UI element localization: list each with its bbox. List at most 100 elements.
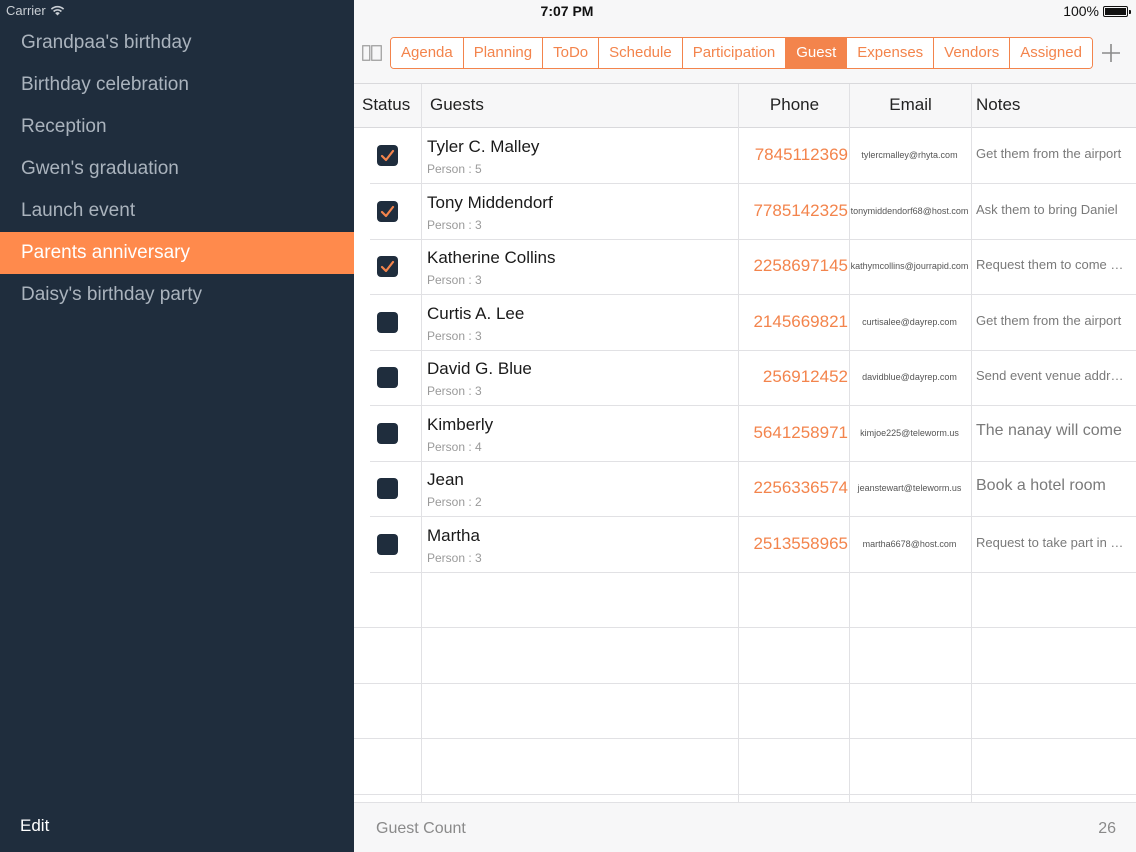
guest-name: Curtis A. Lee <box>427 303 525 323</box>
guest-persons: Person : 3 <box>427 273 482 287</box>
guest-notes: Book a hotel room <box>976 477 1106 494</box>
table-header: Status Guests Phone Email Notes <box>354 84 1136 128</box>
sidebar-event-item[interactable]: Reception <box>0 106 354 148</box>
table-row[interactable]: Tony Middendorf Person : 3 7785142325 tonym… <box>354 184 1136 240</box>
header-email: Email <box>889 95 932 114</box>
guest-notes: Request to take part in games <box>976 534 1130 550</box>
sidebar-event-item[interactable]: Launch event <box>0 190 354 232</box>
edit-button[interactable]: Edit <box>20 816 49 836</box>
guest-phone: 7785142325 <box>753 200 848 220</box>
table-row[interactable]: Katherine Collins Person : 3 2258697145 kat… <box>354 239 1136 295</box>
status-checkbox[interactable] <box>377 422 398 444</box>
event-sidebar: Carrier Grandpaa's birthday Birthday cele… <box>0 0 354 852</box>
battery-percent: 100% <box>1063 3 1099 19</box>
tab-todo[interactable]: ToDo <box>542 38 599 68</box>
table-row[interactable]: Kimberly Person : 4 5641258971 kimjoe225@te… <box>354 406 1136 462</box>
guest-notes: Get them from the airport <box>976 312 1122 328</box>
header-guests: Guests <box>430 95 484 114</box>
checkmark-icon <box>380 149 395 162</box>
sidebar-event-item[interactable]: Parents anniversary <box>0 232 354 274</box>
battery-icon <box>1103 5 1131 17</box>
sidebar-event-item[interactable]: Birthday celebration <box>0 64 354 106</box>
tab-participation[interactable]: Participation <box>681 38 786 68</box>
tab-vendors[interactable]: Vendors <box>933 38 1010 68</box>
tab-expenses[interactable]: Expenses <box>846 38 934 68</box>
guest-persons: Person : 2 <box>427 495 482 509</box>
section-tabs: Agenda Planning ToDo Schedule Participation G… <box>390 37 1093 69</box>
guest-persons: Person : 3 <box>427 384 482 398</box>
status-carrier: Carrier <box>6 3 65 18</box>
checkmark-icon <box>380 260 395 273</box>
header-status: Status <box>362 95 411 114</box>
guest-count-value: 26 <box>1098 820 1116 837</box>
empty-table-row <box>354 794 1136 802</box>
tab-planning[interactable]: Planning <box>462 38 543 68</box>
status-checkbox[interactable] <box>377 533 398 555</box>
carrier-label: Carrier <box>6 3 46 18</box>
empty-table-row <box>354 572 1136 628</box>
guest-email: tylercmalley@rhyta.com <box>861 150 958 160</box>
guest-email: jeanstewart@teleworm.us <box>857 483 962 493</box>
status-checkbox[interactable] <box>377 145 398 166</box>
table-row[interactable]: David G. Blue Person : 3 256912452 davidblu… <box>354 350 1136 406</box>
status-checkbox[interactable] <box>377 478 398 499</box>
guest-phone: 2513558965 <box>753 533 848 553</box>
guest-phone: 2256336574 <box>753 478 848 497</box>
guest-name: Tyler C. Malley <box>427 137 540 156</box>
status-checkbox[interactable] <box>377 256 398 277</box>
guest-name: David G. Blue <box>427 359 532 378</box>
sidebar-event-item[interactable]: Daisy's birthday party <box>0 274 354 316</box>
guest-name: Martha <box>427 525 480 545</box>
table-row[interactable]: Jean Person : 2 2256336574 jeanstewart@tele… <box>354 461 1136 517</box>
top-toolbar: 7:07 PM 100% Agenda Planning ToDo Schedule P… <box>354 0 1136 84</box>
event-list: Grandpaa's birthday Birthday celebration R… <box>0 22 354 316</box>
table-row[interactable]: Martha Person : 3 2513558965 martha6678@hos… <box>354 517 1136 573</box>
guest-persons: Person : 3 <box>427 550 482 565</box>
status-battery: 100% <box>1063 3 1131 19</box>
status-time: 7:07 PM <box>540 3 594 19</box>
guest-persons: Person : 3 <box>427 328 482 343</box>
guest-notes: Get them from the airport <box>976 146 1122 161</box>
guest-notes: The nanay will come <box>976 421 1122 439</box>
guest-email: curtisalee@dayrep.com <box>862 316 957 327</box>
guest-table: Status Guests Phone Email Notes Tyler C.… <box>354 84 1136 802</box>
main-panel: 7:07 PM 100% Agenda Planning ToDo Schedule P… <box>354 0 1136 852</box>
guest-email: kimjoe225@teleworm.us <box>860 427 959 438</box>
guest-email: tonymiddendorf68@host.com <box>850 205 969 216</box>
guest-notes: Send event venue address <box>976 368 1130 383</box>
table-row[interactable]: Curtis A. Lee Person : 3 2145669821 curtisa… <box>354 295 1136 351</box>
empty-table-row <box>354 739 1136 795</box>
status-checkbox[interactable] <box>377 367 398 388</box>
wifi-icon <box>50 5 64 16</box>
guest-name: Tony Middendorf <box>427 192 553 212</box>
sidebar-event-item[interactable]: Grandpaa's birthday <box>0 22 354 64</box>
guest-name: Kimberly <box>427 414 494 434</box>
tab-guest[interactable]: Guest <box>785 38 847 68</box>
guest-persons: Person : 4 <box>427 439 482 454</box>
tab-assigned[interactable]: Assigned <box>1009 38 1092 68</box>
guest-email: davidblue@dayrep.com <box>862 372 957 382</box>
empty-table-row <box>354 683 1136 739</box>
guest-name: Katherine Collins <box>427 248 556 267</box>
guest-phone: 5641258971 <box>753 422 848 442</box>
header-phone: Phone <box>769 95 820 114</box>
guest-email: kathymcollins@jourrapid.com <box>850 261 969 271</box>
tab-schedule[interactable]: Schedule <box>598 38 682 68</box>
guest-count-label: Guest Count <box>376 820 466 837</box>
guest-phone: 7845112369 <box>754 145 848 164</box>
status-checkbox[interactable] <box>377 200 398 222</box>
sidebar-toggle-icon[interactable] <box>362 45 382 61</box>
tab-agenda[interactable]: Agenda <box>391 38 463 68</box>
sidebar-event-item[interactable]: Gwen's graduation <box>0 148 354 190</box>
empty-table-row <box>354 628 1136 684</box>
table-row[interactable]: Tyler C. Malley Person : 5 7845112369 tyler… <box>354 128 1136 184</box>
guest-persons: Person : 5 <box>427 162 482 176</box>
guest-persons: Person : 3 <box>427 217 482 232</box>
guest-name: Jean <box>427 470 464 489</box>
guest-phone: 2145669821 <box>753 311 848 331</box>
footer-bar: Guest Count 26 <box>354 802 1136 852</box>
guest-phone: 256912452 <box>762 367 848 386</box>
plus-icon[interactable] <box>1100 42 1122 64</box>
guest-notes: Ask them to bring Daniel <box>976 201 1118 217</box>
status-checkbox[interactable] <box>377 311 398 333</box>
